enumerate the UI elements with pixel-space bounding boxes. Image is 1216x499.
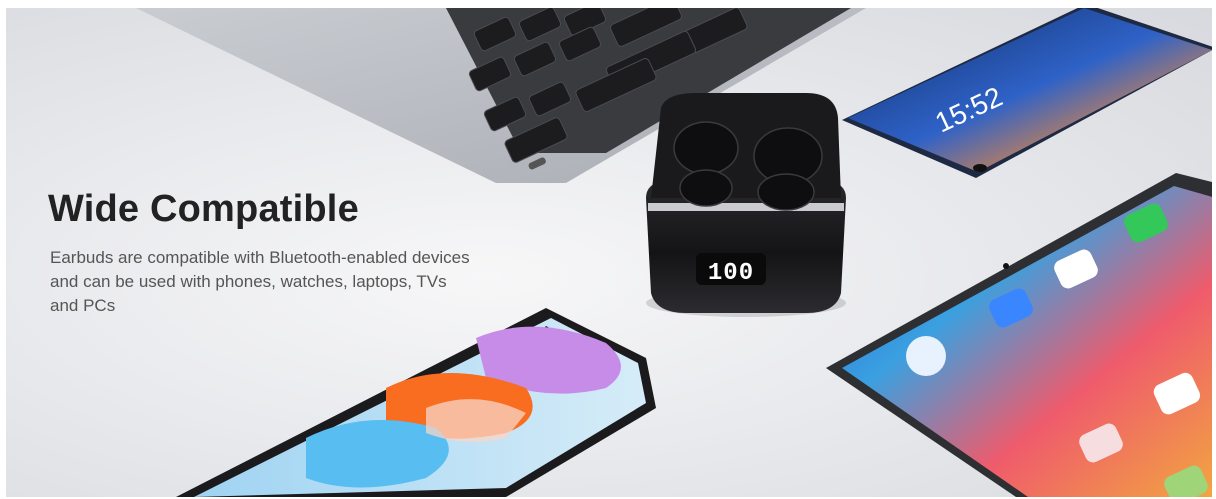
android-phone: 15:52: [842, 8, 1212, 178]
led-display-value: 100: [708, 260, 754, 287]
headline: Wide Compatible: [48, 188, 359, 230]
earbuds-case: 100: [646, 93, 846, 317]
iphone: [176, 308, 656, 497]
product-banner: 15:52 100 Wide Compatible Earbuds are co…: [6, 8, 1212, 497]
safari-icon: [906, 336, 946, 376]
tablet: [826, 173, 1212, 497]
description: Earbuds are compatible with Bluetooth-en…: [50, 248, 470, 315]
